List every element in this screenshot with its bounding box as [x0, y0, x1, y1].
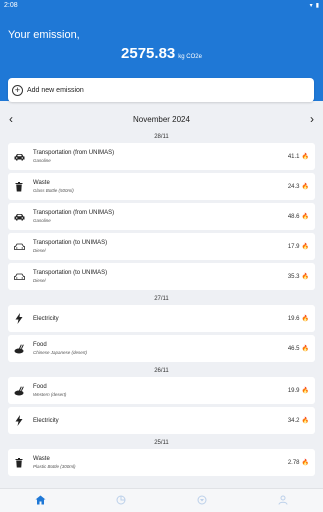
lightning-icon	[8, 313, 30, 324]
badge-icon	[197, 492, 207, 510]
car-icon	[8, 213, 30, 221]
entry-name: Waste	[33, 180, 50, 186]
entry-texts: Waste Glass Bottle (500ml)	[33, 180, 288, 193]
entry-subtitle: Glass Bottle (500ml)	[33, 188, 74, 193]
emission-unit: kg CO2e	[178, 54, 202, 60]
entry-texts: Transportation (to UNIMAS) Diesel	[33, 240, 288, 253]
system-icons: ▾ ▮	[310, 2, 319, 9]
entry-name: Transportation (from UNIMAS)	[33, 150, 115, 156]
entry-texts: Transportation (from UNIMAS) Gasoline	[33, 150, 288, 163]
nav-stats[interactable]	[106, 492, 136, 510]
emission-entry[interactable]: Electricity 34.2 🔥	[8, 407, 315, 434]
fire-icon: 🔥	[301, 316, 309, 322]
entry-name: Electricity	[33, 315, 59, 322]
fire-icon: 🔥	[301, 346, 309, 352]
date-header: 27/11	[154, 296, 169, 302]
trash-icon	[8, 457, 30, 468]
month-label: November 2024	[133, 114, 190, 124]
entry-texts: Transportation (from UNIMAS) Gasoline	[33, 210, 288, 223]
entry-subtitle: Plastic Bottle (300ml)	[33, 464, 76, 469]
entry-value: 48.6	[287, 213, 300, 220]
emission-entry[interactable]: Food Western (desert) 19.9 🔥	[8, 377, 315, 404]
entry-texts: Food Chinese Japanese (desert)	[33, 342, 288, 355]
person-icon	[278, 492, 288, 510]
fire-icon: 🔥	[301, 388, 309, 394]
entry-value: 2.78	[287, 459, 300, 466]
entry-value: 19.9	[287, 387, 300, 394]
entry-name: Transportation (to UNIMAS)	[33, 270, 108, 276]
fire-icon: 🔥	[301, 214, 309, 220]
prev-month-chevron-icon[interactable]: ‹	[9, 111, 13, 127]
entry-name: Food	[33, 384, 47, 390]
nav-badges[interactable]	[187, 492, 217, 510]
entry-subtitle: Chinese Japanese (desert)	[33, 350, 88, 355]
entry-subtitle: Diesel	[33, 248, 46, 253]
header-title: Your emission,	[8, 29, 80, 41]
nav-home[interactable]	[25, 492, 55, 510]
entry-name: Waste	[33, 456, 50, 462]
emission-entry[interactable]: Waste Plastic Bottle (300ml) 2.78 🔥	[8, 449, 315, 476]
add-circle-icon: +	[12, 84, 23, 96]
entry-texts: Food Western (desert)	[33, 384, 288, 397]
entry-value: 35.3	[287, 273, 300, 280]
trash-icon	[8, 181, 30, 192]
status-bar: 2:08 ▾ ▮	[0, 0, 323, 11]
entry-subtitle: Western (desert)	[33, 392, 67, 397]
entry-name: Transportation (to UNIMAS)	[33, 240, 108, 246]
status-time: 2:08	[4, 2, 18, 9]
emission-entry[interactable]: Electricity 19.6 🔥	[8, 305, 315, 332]
car-outline-icon	[8, 273, 30, 281]
fire-icon: 🔥	[301, 460, 309, 466]
emission-entry[interactable]: Food Chinese Japanese (desert) 46.5 🔥	[8, 335, 315, 362]
next-month-chevron-icon[interactable]: ›	[310, 111, 314, 127]
emission-total: 2575.83 kg CO2e	[0, 45, 323, 63]
entry-value: 41.1	[287, 153, 300, 160]
entry-value: 24.3	[287, 183, 300, 190]
emission-entry[interactable]: Waste Glass Bottle (500ml) 24.3 🔥	[8, 173, 315, 200]
entry-texts: Electricity	[33, 418, 288, 424]
add-emission-button[interactable]: + Add new emission	[8, 78, 314, 102]
date-header: 25/11	[154, 440, 169, 446]
entry-value: 34.2	[287, 417, 300, 424]
entry-name: Transportation (from UNIMAS)	[33, 210, 115, 216]
entry-texts: Waste Plastic Bottle (300ml)	[33, 456, 288, 469]
lightning-icon	[8, 415, 30, 426]
emission-entry[interactable]: Transportation (to UNIMAS) Diesel 35.3 🔥	[8, 263, 315, 290]
date-header: 28/11	[154, 134, 169, 140]
fire-icon: 🔥	[301, 184, 309, 190]
fire-icon: 🔥	[301, 274, 309, 280]
entry-value: 17.9	[287, 243, 300, 250]
entry-subtitle: Gasoline	[33, 158, 51, 163]
fire-icon: 🔥	[301, 154, 309, 160]
emission-list: 28/11 Transportation (from UNIMAS) Gasolin…	[0, 131, 323, 479]
home-icon	[35, 492, 46, 510]
nav-profile[interactable]	[268, 492, 298, 510]
month-navigator: ‹ November 2024 ›	[0, 111, 323, 127]
car-icon	[8, 153, 30, 161]
entry-value: 19.6	[287, 315, 300, 322]
date-header: 26/11	[154, 368, 169, 374]
emission-entry[interactable]: Transportation (to UNIMAS) Diesel 17.9 🔥	[8, 233, 315, 260]
battery-icon: ▮	[315, 3, 319, 9]
food-icon	[8, 385, 30, 396]
emission-entry[interactable]: Transportation (from UNIMAS) Gasoline 41.1…	[8, 143, 315, 170]
fire-icon: 🔥	[301, 418, 309, 424]
add-emission-label: Add new emission	[27, 86, 84, 94]
entry-texts: Transportation (to UNIMAS) Diesel	[33, 270, 288, 283]
emission-amount: 2575.83	[121, 45, 176, 62]
entry-name: Electricity	[33, 417, 59, 424]
car-outline-icon	[8, 243, 30, 251]
wifi-icon: ▾	[309, 3, 313, 9]
entry-subtitle: Gasoline	[33, 218, 51, 223]
entry-subtitle: Diesel	[33, 278, 46, 283]
emission-entry[interactable]: Transportation (from UNIMAS) Gasoline 48.6…	[8, 203, 315, 230]
entry-texts: Electricity	[33, 316, 288, 322]
bottom-navigation	[0, 488, 323, 512]
food-icon	[8, 343, 30, 354]
entry-name: Food	[33, 342, 47, 348]
entry-value: 46.5	[287, 345, 300, 352]
pie-chart-icon	[116, 492, 126, 510]
fire-icon: 🔥	[301, 244, 309, 250]
